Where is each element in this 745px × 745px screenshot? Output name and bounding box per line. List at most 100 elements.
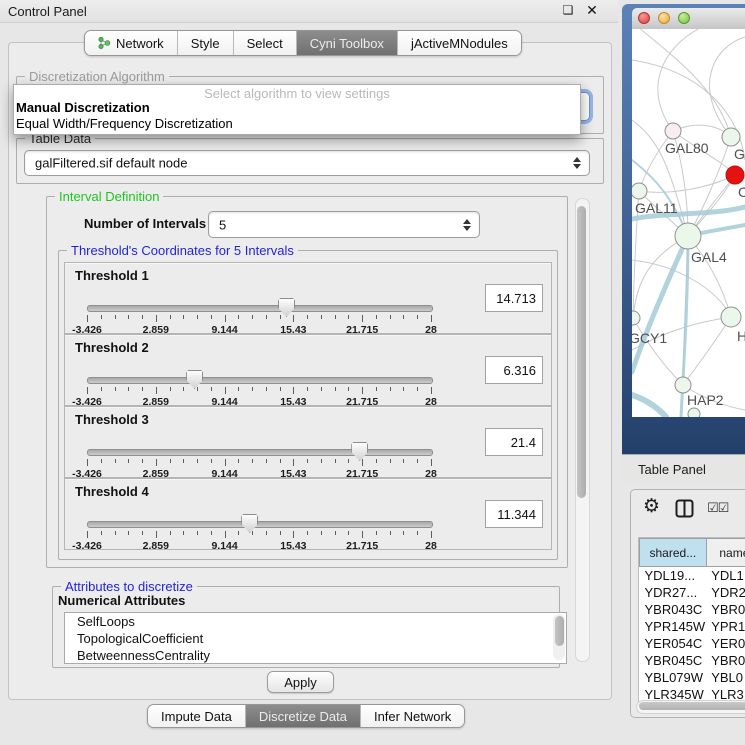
tab-cyni-toolbox[interactable]: Cyni Toolbox (297, 31, 398, 55)
threshold-value-field[interactable]: 11.344 (485, 500, 543, 528)
numerical-attributes-list[interactable]: SelfLoopsTopologicalCoefficientBetweenne… (64, 612, 567, 664)
table-horizontal-scrollbar[interactable] (636, 700, 745, 714)
network-node-gal11[interactable] (632, 183, 647, 199)
table-cell[interactable]: YBL079W (640, 669, 707, 686)
network-view-window[interactable]: GAL80GACGAL11GAL4GCY1HHAP2 (622, 4, 745, 454)
slider-tick (417, 531, 418, 535)
slider-tick (115, 387, 116, 391)
tab-label: jActiveMNodules (411, 36, 508, 51)
table-cell[interactable]: YPR1 (706, 618, 745, 635)
slider-tick (321, 531, 322, 535)
slider-track[interactable] (87, 521, 433, 528)
slider-tick (128, 315, 129, 319)
network-node-label: GAL11 (635, 200, 678, 216)
tab-network[interactable]: Network (85, 31, 178, 55)
table-cell[interactable]: YDL19... (640, 567, 707, 585)
gear-icon[interactable]: ⚙ (643, 495, 660, 517)
tab-select[interactable]: Select (234, 31, 297, 55)
apply-button[interactable]: Apply (267, 671, 334, 693)
combo-stepper-icon[interactable] (573, 157, 581, 169)
close-traffic-light-icon[interactable] (638, 12, 650, 24)
table-row[interactable]: YER054CYER0 (640, 635, 745, 652)
attribute-item-betweennesscentrality[interactable]: BetweennessCentrality (65, 647, 566, 664)
threshold-value-field[interactable]: 21.4 (485, 428, 543, 456)
slider-track[interactable] (87, 377, 433, 384)
threshold-slider[interactable]: -3.4262.8599.14415.4321.71528 (87, 515, 431, 549)
threshold-value-field[interactable]: 6.316 (485, 356, 543, 384)
dropdown-option-manual-discretization[interactable]: Manual Discretization (16, 100, 582, 116)
node-table[interactable]: shared...name YDL19...YDL1YDR27...YDR2YB… (638, 537, 745, 702)
close-icon[interactable]: ✕ (584, 2, 600, 18)
network-node[interactable] (688, 408, 700, 417)
attribute-item-selfloops[interactable]: SelfLoops (65, 613, 566, 630)
select-columns-icon[interactable]: ☑☑ (707, 501, 728, 516)
scrollbar-thumb[interactable] (639, 702, 745, 710)
network-node-gcy1[interactable] (632, 311, 640, 325)
network-canvas[interactable]: GAL80GACGAL11GAL4GCY1HHAP2 (632, 29, 745, 417)
network-node-gal80[interactable] (665, 123, 681, 139)
table-row[interactable]: YDL19...YDL1 (640, 567, 745, 585)
slider-tick (170, 531, 171, 535)
table-cell[interactable]: YBL0 (706, 669, 745, 686)
column-header-shared[interactable]: shared... (640, 539, 707, 567)
network-node-hap2[interactable] (675, 377, 691, 393)
scrollbar-thumb[interactable] (577, 206, 586, 498)
slider-tick (348, 531, 349, 535)
table-row[interactable]: YPR145WYPR1 (640, 618, 745, 635)
threshold-slider[interactable]: -3.4262.8599.14415.4321.71528 (87, 371, 431, 405)
network-node-ga[interactable] (722, 128, 740, 146)
combo-stepper-icon[interactable] (463, 219, 471, 231)
slider-thumb[interactable] (241, 514, 258, 533)
threshold-label: Threshold 2 (75, 340, 149, 355)
slider-track[interactable] (87, 305, 433, 312)
table-cell[interactable]: YBR045C (640, 652, 707, 669)
table-data-combobox[interactable]: galFiltered.sif default node (24, 150, 590, 176)
network-node-h[interactable] (721, 307, 741, 327)
slider-tick (403, 315, 404, 319)
number-of-intervals-combobox[interactable]: 5 (208, 211, 480, 238)
table-cell[interactable]: YBR0 (706, 652, 745, 669)
tab-jactivemnodules[interactable]: jActiveMNodules (398, 31, 521, 55)
threshold-value-field[interactable]: 14.713 (485, 284, 543, 312)
panel-vertical-scrollbar[interactable] (575, 198, 590, 662)
table-cell[interactable]: YPR145W (640, 618, 707, 635)
minimize-traffic-light-icon[interactable] (658, 12, 670, 24)
table-cell[interactable]: YER054C (640, 635, 707, 652)
dropdown-option-equal-width-frequency-discretization[interactable]: Equal Width/Frequency Discretization (16, 116, 582, 132)
network-node-c[interactable] (726, 166, 744, 184)
column-header-name[interactable]: name (706, 539, 745, 567)
tab-style[interactable]: Style (178, 31, 234, 55)
network-node-gal4[interactable] (675, 223, 701, 249)
bottom-tab-impute-data[interactable]: Impute Data (148, 705, 246, 727)
slider-track[interactable] (87, 449, 433, 456)
table-cell[interactable]: YDR2 (706, 584, 745, 601)
table-cell[interactable]: YBR0 (706, 601, 745, 618)
slider-tick (293, 531, 294, 538)
slider-thumb[interactable] (351, 442, 368, 461)
threshold-label: Threshold 1 (75, 268, 149, 283)
table-row[interactable]: YBL079WYBL0 (640, 669, 745, 686)
bottom-tab-discretize-data[interactable]: Discretize Data (246, 705, 361, 727)
table-row[interactable]: YBR045CYBR0 (640, 652, 745, 669)
list-vertical-scrollbar[interactable] (553, 614, 565, 660)
network-edge (710, 37, 745, 137)
slider-tick (266, 459, 267, 463)
float-window-icon[interactable]: ❏ (560, 3, 576, 19)
slider-tick (225, 387, 226, 394)
table-row[interactable]: YBR043CYBR0 (640, 601, 745, 618)
threshold-slider[interactable]: -3.4262.8599.14415.4321.71528 (87, 299, 431, 333)
slider-thumb[interactable] (186, 370, 203, 389)
scrollbar-thumb[interactable] (555, 616, 564, 646)
zoom-traffic-light-icon[interactable] (678, 12, 690, 24)
bottom-tab-infer-network[interactable]: Infer Network (361, 705, 464, 727)
threshold-slider[interactable]: -3.4262.8599.14415.4321.71528 (87, 443, 431, 477)
tab-label: Impute Data (161, 709, 232, 724)
attribute-item-topologicalcoefficient[interactable]: TopologicalCoefficient (65, 630, 566, 647)
table-cell[interactable]: YER0 (706, 635, 745, 652)
table-cell[interactable]: YDR27... (640, 584, 707, 601)
table-row[interactable]: YDR27...YDR2 (640, 584, 745, 601)
table-cell[interactable]: YBR043C (640, 601, 707, 618)
network-window-titlebar[interactable] (632, 8, 745, 30)
table-cell[interactable]: YDL1 (706, 567, 745, 585)
split-view-icon[interactable] (675, 499, 694, 521)
